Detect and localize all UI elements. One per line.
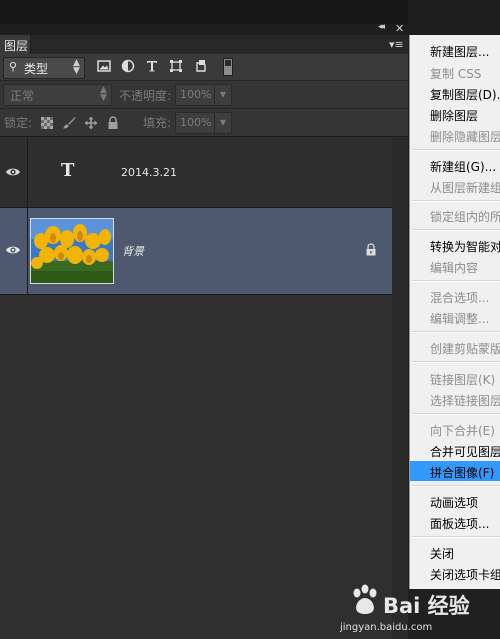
menu-item-delete-layer[interactable]: 删除图层 [430, 107, 500, 124]
adjustment-layer-filter-icon[interactable] [121, 59, 135, 73]
lock-label: 锁定: [4, 116, 33, 130]
filter-toggle-knob [225, 60, 231, 66]
menu-item-panel-options[interactable]: 面板选项... [430, 515, 500, 532]
blend-mode-value: 正常 [10, 89, 35, 103]
menu-separator [412, 361, 500, 363]
menu-item-edit-adjustment[interactable]: 编辑调整... [430, 310, 500, 327]
filter-select-value: 类型 [24, 62, 49, 76]
menu-item-duplicate-layer[interactable]: 复制图层(D)... [430, 86, 500, 103]
text-layer-thumbnail-icon: T [61, 160, 75, 181]
menu-item-copy-css[interactable]: 复制 CSS [430, 65, 500, 82]
layer-filter-select[interactable]: ⚲ 类型 ▲ ▼ [3, 57, 85, 79]
fill-value: 100% [180, 116, 212, 129]
menu-separator [412, 229, 500, 231]
smart-object-filter-icon[interactable] [194, 59, 208, 73]
menu-item-lock-group-layers[interactable]: 锁定组内的所有图层... [430, 208, 500, 225]
panel-context-menu: 新建图层... 复制 CSS 复制图层(D)... 删除图层 删除隐藏图层 新建… [409, 35, 500, 589]
menu-item-animation-options[interactable]: 动画选项 [430, 494, 500, 511]
menu-separator [412, 485, 500, 487]
menu-item-convert-smart-object[interactable]: 转换为智能对象 [430, 238, 500, 255]
updown-arrows-icon: ▲ ▼ [100, 85, 107, 103]
watermark-brand: Bai 经验 [383, 594, 470, 618]
menu-item-new-group-from-layers[interactable]: 从图层新建组... [430, 179, 500, 196]
menu-separator [412, 200, 500, 202]
text-layer-name[interactable]: 2014.3.21 [121, 166, 177, 179]
eye-icon[interactable] [5, 166, 21, 178]
panel-menu-icon[interactable]: ▾≡ [389, 38, 405, 51]
menu-item-flatten-image[interactable]: 拼合图像(F) [430, 464, 500, 481]
lock-all-icon[interactable] [106, 116, 120, 130]
opacity-input[interactable]: 100% [175, 84, 215, 106]
menu-separator [412, 413, 500, 415]
menu-item-blending-options[interactable]: 混合选项... [430, 289, 500, 306]
menu-separator [412, 280, 500, 282]
menu-item-select-linked-layers[interactable]: 选择链接图层(S) [430, 392, 500, 409]
menu-item-link-layers[interactable]: 链接图层(K) [430, 371, 500, 388]
layer-visibility-column[interactable] [0, 208, 28, 294]
background-layer-name[interactable]: 背景 [122, 243, 144, 259]
opacity-value: 100% [180, 88, 212, 101]
watermark-url: jingyan.baidu.com [340, 622, 433, 633]
layers-scroll-column[interactable] [392, 138, 408, 639]
panel-tab-bar [0, 35, 408, 55]
fill-input[interactable]: 100% [175, 112, 215, 134]
updown-arrows-icon: ▲ ▼ [73, 58, 80, 76]
menu-separator [412, 149, 500, 151]
lock-position-icon[interactable] [84, 116, 98, 130]
menu-item-new-layer[interactable]: 新建图层... [430, 43, 500, 60]
layer-visibility-column[interactable] [0, 138, 28, 207]
menu-item-edit-contents[interactable]: 编辑内容 [430, 259, 500, 276]
menu-separator [412, 536, 500, 538]
blend-mode-select[interactable]: 正常 ▲ ▼ [3, 84, 112, 106]
eye-icon[interactable] [5, 244, 21, 256]
menu-separator [412, 331, 500, 333]
menu-item-create-clipping-mask[interactable]: 创建剪贴蒙版 [430, 340, 500, 357]
baidu-paw-logo-icon [353, 584, 377, 614]
menu-item-merge-visible[interactable]: 合并可见图层 [430, 443, 500, 460]
close-panel-icon[interactable]: ✕ [395, 22, 407, 35]
tulip-image-thumbnail [30, 218, 114, 284]
menu-item-delete-hidden-layers[interactable]: 删除隐藏图层 [430, 128, 500, 145]
baidu-jingyan-watermark: Bai 经验 jingyan.baidu.com [335, 580, 500, 639]
window-top-strip [0, 0, 408, 24]
search-icon: ⚲ [9, 60, 18, 73]
type-layer-filter-icon[interactable] [145, 59, 159, 73]
tab-layers-label: 图层 [4, 39, 29, 53]
tab-layers[interactable]: 图层 [0, 35, 31, 54]
lock-transparent-pixels-icon[interactable] [40, 116, 54, 130]
fill-label: 填充: [143, 116, 172, 130]
pixel-layer-filter-icon[interactable] [97, 59, 111, 73]
menu-item-new-group[interactable]: 新建组(G)... [430, 158, 500, 175]
menu-item-close[interactable]: 关闭 [430, 545, 500, 562]
fill-dropdown-icon[interactable]: ▼ [214, 112, 232, 134]
layer-lock-icon [366, 243, 376, 256]
collapse-panel-icon[interactable]: ◂◂ [378, 22, 392, 34]
shape-layer-filter-icon[interactable] [169, 59, 183, 73]
lock-image-pixels-icon[interactable] [62, 116, 76, 130]
opacity-dropdown-icon[interactable]: ▼ [214, 84, 232, 106]
layer-row-text[interactable] [0, 138, 392, 208]
menu-item-merge-down[interactable]: 向下合并(E) [430, 422, 500, 439]
opacity-label: 不透明度: [119, 89, 172, 103]
